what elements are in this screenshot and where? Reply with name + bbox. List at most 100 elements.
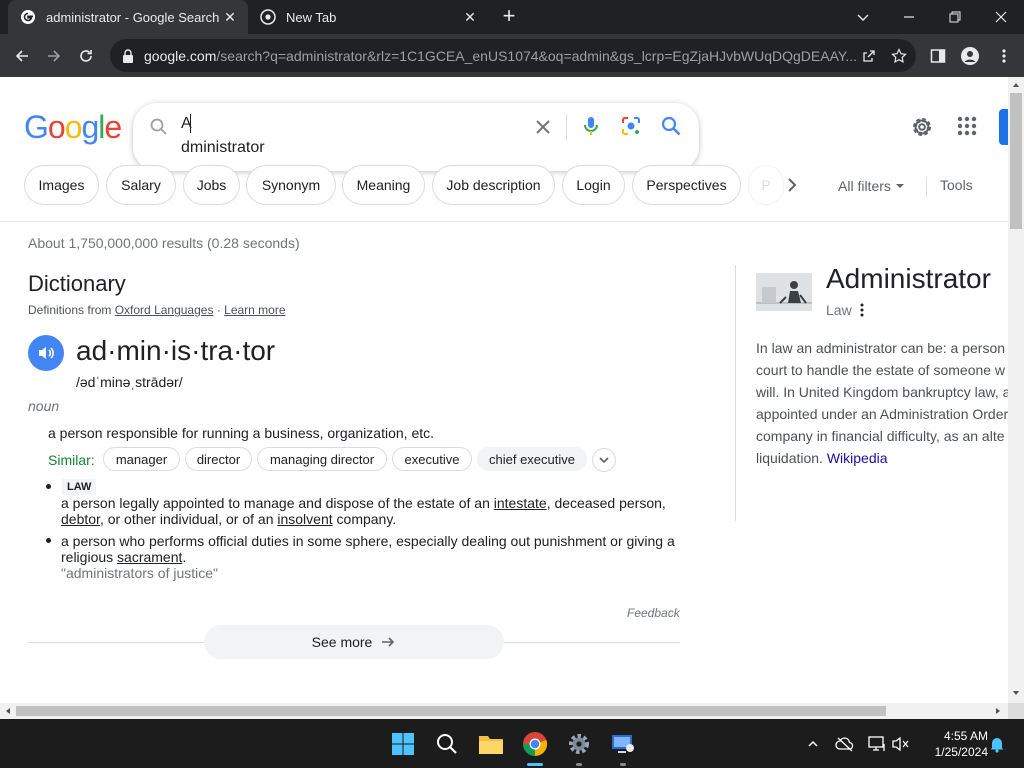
text-cursor <box>190 114 191 133</box>
settings-taskbar-button[interactable] <box>562 727 596 761</box>
onedrive-cloud-icon[interactable] <box>834 733 856 755</box>
tools-button[interactable]: Tools <box>940 177 973 193</box>
learn-more-link[interactable]: Learn more <box>224 303 285 317</box>
search-submit-icon[interactable] <box>659 114 683 138</box>
synonym-manager[interactable]: manager <box>103 447 180 471</box>
synonym-chief-executive[interactable]: chief executive <box>477 447 587 471</box>
chrome-taskbar-button[interactable] <box>518 727 552 761</box>
new-tab-button[interactable]: + <box>498 5 520 28</box>
remote-desktop-taskbar-button[interactable] <box>606 727 640 761</box>
list-bullet <box>46 538 51 543</box>
share-icon[interactable] <box>856 43 882 69</box>
see-more-button[interactable]: See more <box>204 625 504 659</box>
oxford-languages-link[interactable]: Oxford Languages <box>115 303 214 317</box>
settings-gear-icon <box>569 734 589 754</box>
volume-muted-icon[interactable] <box>890 733 912 755</box>
chrome-icon <box>523 732 548 757</box>
scroll-up-arrow-icon[interactable] <box>1012 81 1020 89</box>
start-button[interactable] <box>386 727 420 761</box>
clear-search-button[interactable] <box>531 115 555 139</box>
running-app-indicator <box>620 763 626 766</box>
tab-google-search[interactable]: administrator - Google Search ✕ <box>8 0 248 34</box>
knowledge-panel-title: Administrator <box>826 263 991 294</box>
search-box[interactable]: A dministrator <box>133 103 699 171</box>
chrome-menu-icon[interactable] <box>992 44 1016 68</box>
definition-3: a person who performs official duties in… <box>61 533 675 565</box>
profile-avatar-icon[interactable] <box>958 44 982 68</box>
file-explorer-button[interactable] <box>474 727 508 761</box>
vertical-scroll-thumb[interactable] <box>1010 93 1022 229</box>
notification-bell-icon[interactable] <box>986 733 1008 755</box>
taskbar-search-button[interactable] <box>430 727 464 761</box>
scroll-down-arrow-icon[interactable] <box>1012 689 1020 697</box>
side-panel-icon[interactable] <box>926 44 950 68</box>
sacrament-link[interactable]: sacrament <box>117 549 182 565</box>
chip-images[interactable]: Images <box>24 165 99 205</box>
synonym-managing-director[interactable]: managing director <box>257 447 387 471</box>
feedback-link[interactable]: Feedback <box>627 606 680 620</box>
settings-gear-icon[interactable] <box>910 115 934 139</box>
remote-desktop-icon <box>612 735 634 753</box>
chip-jobs[interactable]: Jobs <box>183 165 240 205</box>
google-favicon-icon <box>21 10 35 24</box>
close-tab-icon[interactable]: ✕ <box>460 7 480 27</box>
forward-button[interactable] <box>40 42 68 70</box>
part-of-speech: noun <box>28 398 60 414</box>
speaker-icon <box>39 347 54 359</box>
network-icon[interactable] <box>866 733 888 755</box>
wikipedia-link[interactable]: Wikipedia <box>827 450 888 466</box>
close-tab-icon[interactable]: ✕ <box>220 7 240 27</box>
minimize-button[interactable] <box>886 0 932 34</box>
back-arrow-icon <box>15 50 28 62</box>
chip-meaning[interactable]: Meaning <box>342 165 425 205</box>
synonym-director[interactable]: director <box>185 447 252 471</box>
horizontal-scroll-thumb[interactable] <box>16 706 886 716</box>
result-stats: About 1,750,000,000 results (0.28 second… <box>28 235 300 251</box>
close-window-button[interactable] <box>978 0 1024 34</box>
more-options-icon[interactable] <box>860 303 864 317</box>
show-hidden-icons-chevron-icon[interactable] <box>802 733 824 755</box>
active-app-indicator <box>527 763 543 766</box>
scroll-left-arrow-icon[interactable] <box>4 707 12 715</box>
google-lens-icon[interactable] <box>619 114 643 138</box>
debtor-link[interactable]: debtor <box>61 511 100 527</box>
tab-title: New Tab <box>286 9 337 25</box>
insolvent-link[interactable]: insolvent <box>277 511 332 527</box>
pronunciation-button[interactable] <box>28 335 64 371</box>
scroll-right-arrow-icon[interactable] <box>994 707 1002 715</box>
back-button[interactable] <box>8 42 36 70</box>
intestate-link[interactable]: intestate <box>494 495 547 511</box>
google-logo[interactable]: Google <box>24 109 122 146</box>
chip-faded[interactable]: P <box>748 165 784 205</box>
knowledge-panel-divider <box>735 265 736 521</box>
reload-button[interactable] <box>72 42 100 70</box>
chip-perspectives[interactable]: Perspectives <box>632 165 741 205</box>
horizontal-scrollbar[interactable] <box>0 703 1008 719</box>
all-filters-button[interactable]: All filters <box>838 177 909 195</box>
expand-synonyms-button[interactable] <box>592 448 616 472</box>
bookmark-star-icon[interactable] <box>886 43 912 69</box>
running-app-indicator <box>576 763 582 766</box>
address-bar[interactable]: google.com/search?q=administrator&rlz=1C… <box>110 39 916 72</box>
restore-button[interactable] <box>932 0 978 34</box>
tab-new-tab[interactable]: New Tab ✕ <box>248 0 488 34</box>
chevron-right-icon[interactable] <box>782 175 802 195</box>
chip-job-description[interactable]: Job description <box>432 165 555 205</box>
reload-icon <box>80 50 92 62</box>
synonym-executive[interactable]: executive <box>392 447 472 471</box>
knowledge-panel-thumbnail[interactable] <box>756 273 812 311</box>
url-text: google.com/search?q=administrator&rlz=1C… <box>144 47 856 64</box>
search-query-line-2[interactable]: dministrator <box>181 139 265 157</box>
chip-login[interactable]: Login <box>562 165 625 205</box>
sign-in-button[interactable] <box>999 109 1008 145</box>
vertical-scrollbar[interactable] <box>1008 77 1024 703</box>
microphone-icon[interactable] <box>579 114 603 138</box>
tab-search-chevron-icon[interactable] <box>840 0 886 34</box>
chip-salary[interactable]: Salary <box>106 165 176 205</box>
dictionary-heading: Dictionary <box>28 271 126 296</box>
tools-divider <box>926 177 927 197</box>
windows-taskbar: 4:55 AM 1/25/2024 <box>0 719 1024 768</box>
google-apps-icon[interactable] <box>956 115 978 137</box>
chip-synonym[interactable]: Synonym <box>246 165 336 205</box>
system-clock[interactable]: 4:55 AM 1/25/2024 <box>918 728 988 760</box>
